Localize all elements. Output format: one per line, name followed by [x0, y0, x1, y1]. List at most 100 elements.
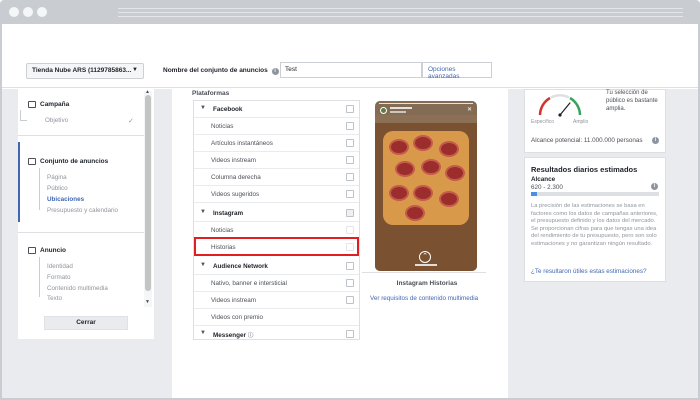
platform-item[interactable]: Nativo, banner e intersticial: [194, 275, 359, 292]
platform-item-label: Videos instream: [211, 157, 257, 164]
window-dot-icon: [23, 7, 33, 17]
preview-divider: [362, 272, 486, 273]
sidebar-campaign-title: Campaña: [40, 101, 70, 108]
fig-slice-icon: [421, 159, 441, 175]
caret-down-icon: ▼: [132, 67, 138, 73]
close-button[interactable]: Cerrar: [44, 316, 128, 330]
checkbox-icon[interactable]: [346, 190, 354, 198]
fig-slice-icon: [439, 141, 459, 157]
checkbox-icon[interactable]: [346, 139, 354, 147]
checkbox-icon[interactable]: [346, 173, 354, 181]
info-icon[interactable]: i: [652, 137, 659, 144]
checkbox-icon[interactable]: [346, 279, 354, 287]
checkbox-icon[interactable]: [346, 296, 354, 304]
story-progress-bar: [379, 103, 473, 104]
platforms-list: ▼ Facebook Noticias Artículos instantáne…: [193, 100, 360, 340]
info-icon[interactable]: ⓘ: [248, 333, 254, 339]
adset-name-label-text: Nombre del conjunto de anuncios: [163, 67, 268, 74]
sidebar: [18, 89, 154, 339]
account-select-label: Tienda Nube ARS (1129785863...: [32, 67, 132, 74]
sidebar-item-audience[interactable]: Público: [47, 185, 68, 192]
platforms-title: Plataformas: [192, 90, 230, 97]
platform-group-audience-network[interactable]: ▼ Audience Network: [194, 258, 359, 275]
checkbox-icon[interactable]: [346, 262, 354, 270]
results-title: Resultados diarios estimados: [531, 165, 638, 174]
sidebar-divider: [18, 135, 144, 136]
potential-reach: Alcance potencial: 11.000.000 personas: [531, 137, 643, 144]
fig-slice-icon: [389, 185, 409, 201]
gauge-label-broad: Amplio: [573, 119, 589, 125]
sidebar-item-budget[interactable]: Presupuesto y calendario: [47, 207, 118, 214]
sidebar-item-objective[interactable]: Objetivo: [45, 117, 68, 124]
fig-slice-icon: [439, 191, 459, 207]
results-description: La precisión de las estimaciones se basa…: [531, 203, 658, 247]
account-select[interactable]: Tienda Nube ARS (1129785863... ▼: [26, 63, 144, 79]
fig-slice-icon: [389, 139, 409, 155]
gauge-red-arc: [538, 96, 551, 116]
story-sponsored-label: [390, 111, 406, 113]
chevron-down-icon[interactable]: ▼: [200, 105, 206, 111]
story-preview-image: ✕ ⌃: [375, 101, 477, 271]
grid-icon: [28, 158, 36, 165]
platform-item-label: Noticias: [211, 123, 234, 130]
checkbox-icon[interactable]: [346, 226, 354, 234]
checkbox-icon[interactable]: [346, 122, 354, 130]
sidebar-item-text[interactable]: Texto: [47, 295, 62, 302]
checkbox-icon[interactable]: [346, 209, 354, 217]
close-icon: ✕: [466, 107, 472, 113]
avatar: [380, 107, 387, 114]
chevron-down-icon[interactable]: ▼: [200, 330, 206, 336]
platform-item[interactable]: Artículos instantáneos: [194, 135, 359, 152]
estimates-feedback-link[interactable]: ¿Te resultaron útiles estas estimaciones…: [531, 268, 647, 275]
checkbox-icon[interactable]: [346, 330, 354, 338]
sidebar-item-format[interactable]: Formato: [47, 274, 70, 281]
tree-line: [20, 110, 21, 120]
platform-item-label: Columna derecha: [211, 174, 261, 181]
sidebar-item-placements[interactable]: Ubicaciones: [47, 196, 84, 203]
info-icon[interactable]: i: [271, 68, 279, 75]
sidebar-scrollbar-thumb[interactable]: [145, 95, 151, 291]
scroll-down-icon[interactable]: ▼: [145, 299, 150, 305]
platform-group-facebook[interactable]: ▼ Facebook: [194, 101, 359, 118]
sidebar-item-page[interactable]: Página: [47, 174, 67, 181]
audience-gauge: [538, 94, 582, 117]
browser-address-line: [118, 16, 683, 17]
swipe-up-icon: ⌃: [419, 251, 431, 263]
platform-item[interactable]: Videos con premio: [194, 309, 359, 326]
chevron-down-icon[interactable]: ▼: [200, 209, 206, 215]
platform-group-instagram[interactable]: ▼ Instagram: [194, 205, 359, 222]
checkmark-icon: ✓: [128, 118, 134, 125]
reach-bar-fill: [531, 192, 538, 196]
reach-bar: [531, 192, 659, 196]
scroll-up-icon[interactable]: ▲: [145, 89, 150, 95]
sidebar-ad-title: Anuncio: [40, 247, 66, 254]
sidebar-item-identity[interactable]: Identidad: [47, 263, 73, 270]
platform-group-messenger[interactable]: ▼ Messenger ⓘ: [194, 326, 359, 343]
sidebar-active-indicator: [18, 142, 20, 222]
platform-item[interactable]: Columna derecha: [194, 169, 359, 186]
media-requirements-link[interactable]: Ver requisitos de contenido multimedia: [370, 295, 478, 302]
platform-item-label: Nativo, banner e intersticial: [211, 280, 287, 287]
platform-item-label: Videos con premio: [211, 314, 264, 321]
platform-item[interactable]: Videos instream: [194, 152, 359, 169]
adset-name-input[interactable]: Test: [280, 62, 422, 78]
checkbox-icon[interactable]: [346, 156, 354, 164]
sidebar-item-media[interactable]: Contenido multimedia: [47, 285, 108, 292]
platform-item[interactable]: Videos sugeridos: [194, 186, 359, 203]
platform-item[interactable]: Noticias: [194, 118, 359, 135]
platform-item-label: Noticias: [211, 227, 234, 234]
browser-address-line: [118, 8, 683, 9]
story-account-name: [390, 107, 412, 109]
fig-slice-icon: [413, 185, 433, 201]
fig-slice-icon: [413, 135, 433, 151]
fig-slice-icon: [405, 205, 425, 221]
info-icon[interactable]: i: [651, 183, 658, 190]
platform-item[interactable]: Videos instream: [194, 292, 359, 309]
tree-line: [20, 120, 27, 121]
gauge-green-arc: [569, 96, 582, 116]
sidebar-divider: [18, 232, 144, 233]
checkbox-icon[interactable]: [346, 105, 354, 113]
advanced-options-button[interactable]: Opciones avanzadas: [422, 62, 492, 80]
platform-group-label: Facebook: [213, 106, 243, 113]
chevron-down-icon[interactable]: ▼: [200, 262, 206, 268]
